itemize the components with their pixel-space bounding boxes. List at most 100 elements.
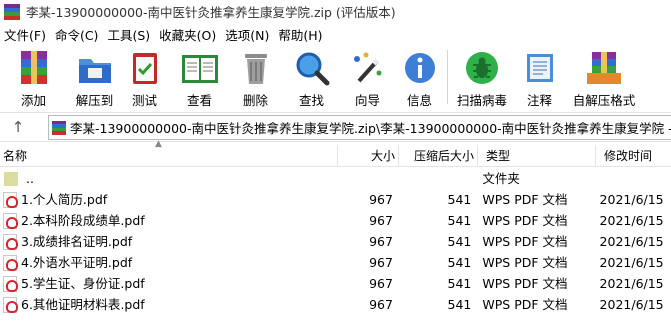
file-list: .. 文件夹 1.个人简历.pdf 967 541 WPS PDF 文档 202… [0, 168, 671, 315]
menu-tools[interactable]: 工具(S) [103, 25, 155, 44]
row-size: 967 [369, 297, 393, 312]
row-compressed-size: 541 [447, 192, 472, 207]
file-row[interactable]: 4.外语水平证明.pdf 967 541 WPS PDF 文档 2021/6/1… [0, 252, 671, 273]
row-name: 5.学生证、身份证.pdf [21, 276, 145, 291]
file-row[interactable]: 2.本科阶段成绩单.pdf 967 541 WPS PDF 文档 2021/6/… [0, 210, 671, 231]
open-book-icon [180, 49, 220, 87]
pdf-file-icon [3, 212, 18, 229]
row-size: 967 [369, 192, 393, 207]
row-modified: 2021/6/15 [599, 192, 664, 207]
row-name: .. [26, 171, 34, 186]
books-stack-icon [14, 49, 54, 87]
address-bar: ↑ 李某-13900000000-南中医针灸推拿养生康复学院.zip\李某-13… [0, 112, 671, 142]
row-modified: 2021/6/15 [599, 297, 664, 312]
toolbar-divider [447, 50, 448, 104]
row-size: 967 [369, 234, 393, 249]
up-arrow-icon[interactable]: ↑ [0, 113, 36, 141]
menu-help[interactable]: 帮助(H) [274, 25, 327, 44]
row-compressed-size: 541 [447, 213, 472, 228]
column-size[interactable]: 大小 [338, 144, 399, 167]
pdf-file-icon [3, 254, 18, 271]
test-label: 测试 [131, 93, 157, 108]
pdf-file-icon [3, 275, 18, 292]
info-label: 信息 [406, 93, 432, 108]
archive-icon [52, 120, 66, 135]
sfx-label: 自解压格式 [572, 93, 636, 108]
row-modified: 2021/6/15 [599, 234, 664, 249]
parent-folder-row[interactable]: .. 文件夹 [0, 168, 671, 189]
address-field[interactable]: 李某-13900000000-南中医针灸推拿养生康复学院.zip\李某-1390… [48, 115, 671, 140]
info-button[interactable]: 信息 [396, 46, 443, 108]
row-compressed-size: 541 [447, 276, 472, 291]
column-modified[interactable]: 修改时间 [596, 145, 671, 167]
clipboard-check-icon [125, 49, 165, 87]
menu-commands[interactable]: 命令(C) [51, 25, 103, 44]
sfx-box-icon [584, 49, 624, 87]
pdf-file-icon [3, 233, 18, 250]
delete-label: 删除 [242, 93, 268, 108]
view-button[interactable]: 查看 [176, 46, 223, 108]
bug-scan-icon [462, 49, 502, 87]
magic-wand-icon [348, 49, 388, 87]
row-name: 6.其他证明材料表.pdf [21, 297, 145, 312]
row-type: WPS PDF 文档 [482, 276, 568, 291]
extract-to-button[interactable]: 解压到 [71, 46, 118, 108]
test-button[interactable]: 测试 [121, 46, 168, 108]
row-compressed-size: 541 [447, 255, 472, 270]
magnifier-icon [292, 49, 332, 87]
row-type: 文件夹 [482, 171, 520, 186]
row-name: 4.外语水平证明.pdf [21, 255, 133, 270]
file-row[interactable]: 5.学生证、身份证.pdf 967 541 WPS PDF 文档 2021/6/… [0, 273, 671, 294]
comment-button[interactable]: 注释 [516, 46, 563, 108]
title-bar: 李某-13900000000-南中医针灸推拿养生康复学院.zip (评估版本) [0, 0, 671, 23]
row-name: 3.成绩排名证明.pdf [21, 234, 133, 249]
file-row[interactable]: 3.成绩排名证明.pdf 967 541 WPS PDF 文档 2021/6/1… [0, 231, 671, 252]
column-name[interactable]: 名称 [0, 144, 338, 167]
menu-bar: 文件(F) 命令(C) 工具(S) 收藏夹(O) 选项(N) 帮助(H) [0, 23, 671, 45]
row-size: 967 [369, 255, 393, 270]
toolbar: 添加 解压到 测试 查看 删除 查找 向导 信息 扫描病毒 注释 自解压格式 [0, 46, 671, 110]
row-size: 967 [369, 213, 393, 228]
add-button[interactable]: 添加 [10, 46, 57, 108]
add-label: 添加 [20, 93, 46, 108]
row-compressed-size: 541 [447, 234, 472, 249]
window-title: 李某-13900000000-南中医针灸推拿养生康复学院.zip (评估版本) [26, 5, 396, 20]
view-label: 查看 [186, 93, 212, 108]
folder-extract-icon [75, 49, 115, 87]
row-size: 967 [369, 276, 393, 291]
find-label: 查找 [298, 93, 324, 108]
find-button[interactable]: 查找 [288, 46, 335, 108]
delete-button[interactable]: 删除 [232, 46, 279, 108]
row-type: WPS PDF 文档 [482, 192, 568, 207]
info-icon [400, 49, 440, 87]
row-compressed-size: 541 [447, 297, 472, 312]
row-type: WPS PDF 文档 [482, 255, 568, 270]
virus-scan-button[interactable]: 扫描病毒 [454, 46, 510, 108]
file-list-header: ▲ 名称 大小 压缩后大小 类型 修改时间 [0, 139, 671, 167]
row-name: 2.本科阶段成绩单.pdf [21, 213, 145, 228]
menu-favorites[interactable]: 收藏夹(O) [155, 25, 221, 44]
row-modified: 2021/6/15 [599, 276, 664, 291]
folder-up-icon [4, 171, 18, 186]
column-type[interactable]: 类型 [478, 144, 596, 167]
row-modified: 2021/6/15 [599, 255, 664, 270]
comment-label: 注释 [526, 93, 552, 108]
sfx-button[interactable]: 自解压格式 [573, 46, 635, 108]
wizard-label: 向导 [354, 93, 380, 108]
file-row[interactable]: 1.个人简历.pdf 967 541 WPS PDF 文档 2021/6/15 [0, 189, 671, 210]
pdf-file-icon [3, 296, 18, 313]
row-modified: 2021/6/15 [599, 213, 664, 228]
extract-to-label: 解压到 [75, 93, 114, 108]
trash-can-icon [236, 49, 276, 87]
file-row[interactable]: 6.其他证明材料表.pdf 967 541 WPS PDF 文档 2021/6/… [0, 294, 671, 315]
winrar-app-icon [4, 3, 20, 20]
pdf-file-icon [3, 191, 18, 208]
menu-options[interactable]: 选项(N) [221, 25, 274, 44]
address-path: 李某-13900000000-南中医针灸推拿养生康复学院.zip\李某-1390… [70, 121, 671, 136]
row-type: WPS PDF 文档 [482, 213, 568, 228]
menu-file[interactable]: 文件(F) [0, 25, 51, 44]
column-compressed-size[interactable]: 压缩后大小 [399, 144, 478, 167]
row-type: WPS PDF 文档 [482, 297, 568, 312]
row-name: 1.个人简历.pdf [21, 192, 108, 207]
wizard-button[interactable]: 向导 [344, 46, 391, 108]
